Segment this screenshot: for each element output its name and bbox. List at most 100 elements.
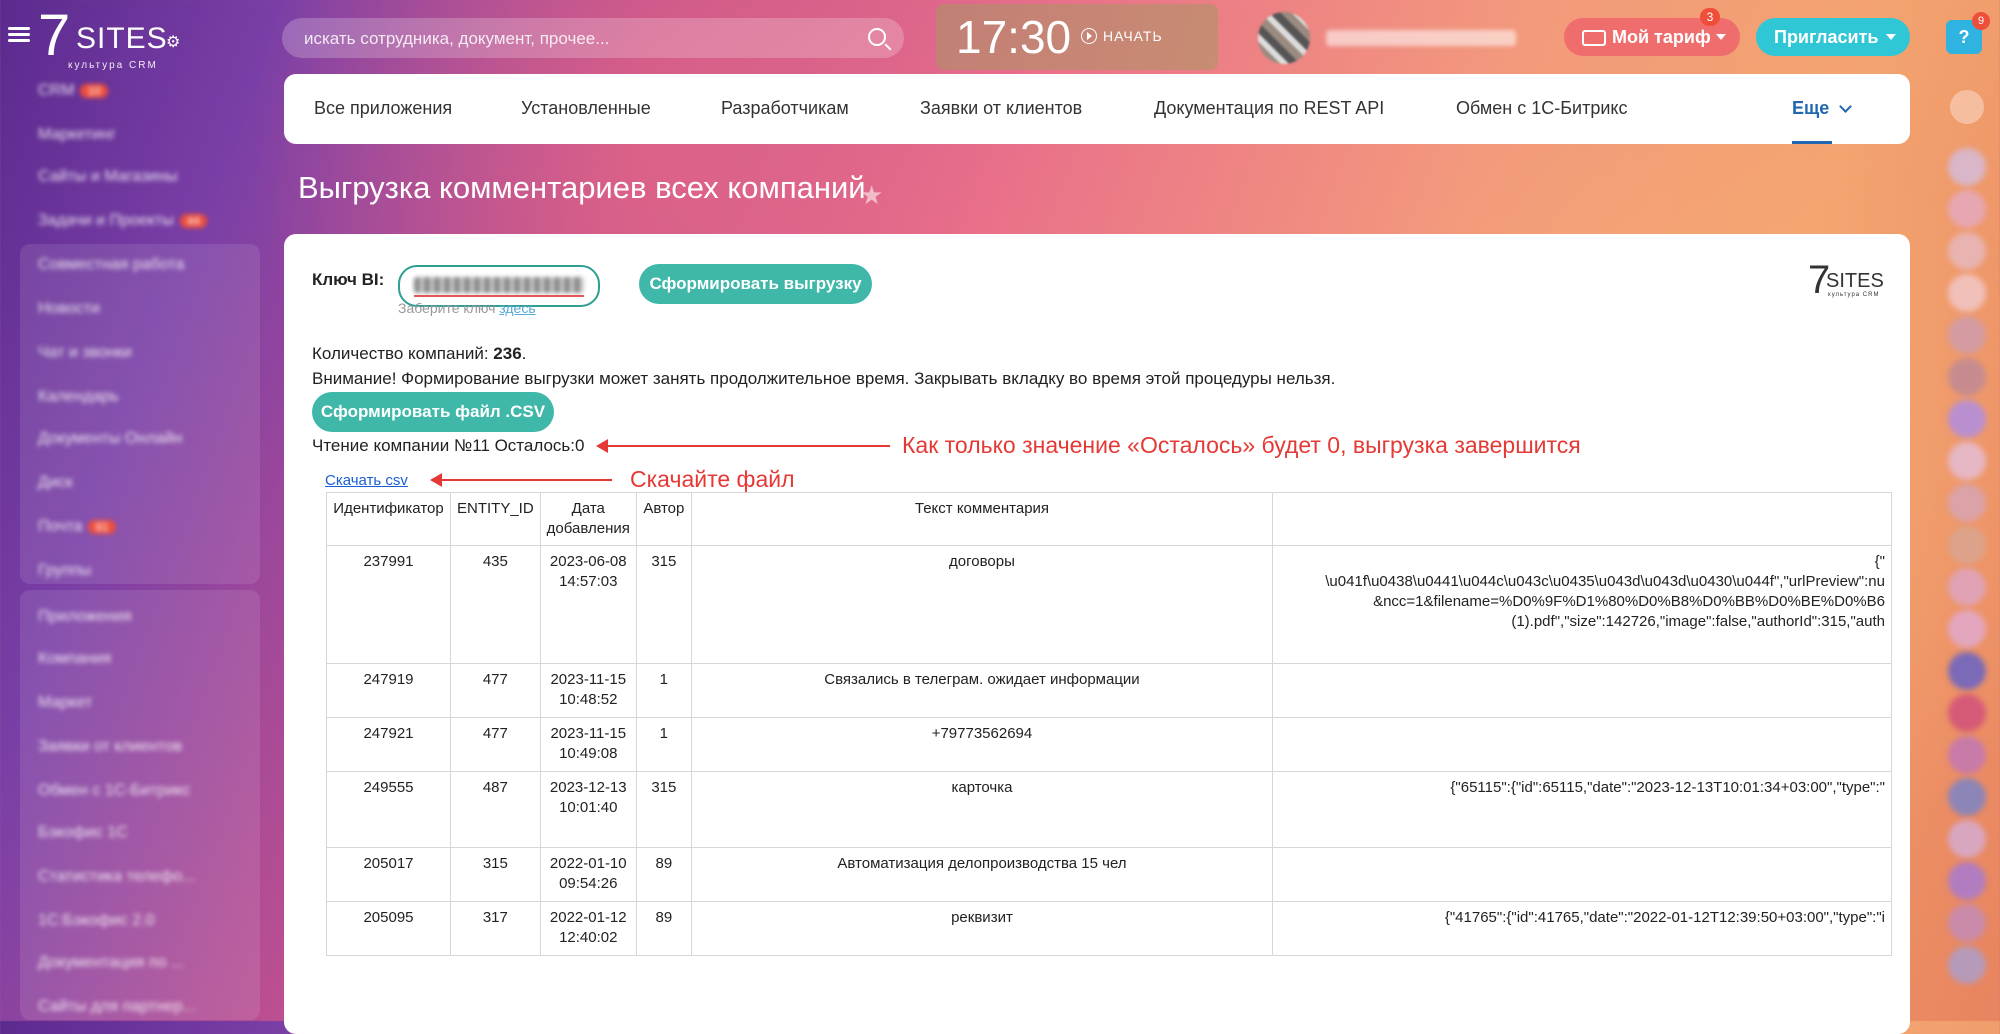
table-cell-id: 205017 [326, 847, 451, 902]
sidebar-item[interactable]: Совместная работа [38, 256, 184, 280]
table-cell-date: 2023-12-13 10:01:40 [539, 771, 637, 848]
sidebar-item-label: Обмен с 1С-Битрикс [38, 782, 191, 799]
right-rail [1948, 90, 1988, 1021]
sidebar-item[interactable]: Задачи и Проекты 44 [38, 212, 208, 236]
table-cell-text: карточка [690, 771, 1274, 848]
sidebar-item-label: Совместная работа [38, 256, 185, 273]
avatar[interactable] [1258, 12, 1310, 64]
sidebar-item[interactable]: Компания [38, 650, 111, 674]
generate-csv-button[interactable]: Сформировать файл .CSV [312, 392, 554, 432]
settings-icon[interactable]: ⚙ [166, 32, 180, 52]
favorite-star-icon[interactable]: ★ [860, 180, 883, 211]
user-profile[interactable] [1258, 12, 1528, 64]
sidebar-item[interactable]: Сайты для партнер... [38, 998, 196, 1022]
menu-burger-icon[interactable] [8, 24, 30, 46]
sidebar-item[interactable]: Маркетинг [38, 126, 116, 150]
sidebar-item[interactable]: 1С:Бэкофис 2.0 [38, 912, 154, 936]
chat-contact-avatar[interactable] [1948, 442, 1986, 480]
companies-dot: . [521, 344, 527, 363]
table-row[interactable]: 247921 477 2023-11-15 10:49:08 1 +7977356269… [326, 717, 1892, 772]
sidebar-item[interactable]: Почта 81 [38, 518, 116, 542]
chat-contact-avatar[interactable] [1948, 946, 1986, 984]
help-button[interactable]: ? 9 [1946, 12, 1990, 54]
portal-logo[interactable]: 7 SITES культура CRM ⚙ [38, 6, 188, 72]
table-row[interactable]: 205095 317 2022-01-12 12:40:02 89 реквизит {"… [326, 901, 1892, 956]
download-csv-link[interactable]: Скачать csv [325, 472, 408, 489]
table-cell-entity: 487 [449, 771, 541, 848]
companies-value: 236 [493, 344, 522, 363]
sidebar-item[interactable]: Документы Онлайн [38, 430, 182, 454]
sidebar-item[interactable]: Календарь [38, 388, 119, 412]
invite-button[interactable]: Пригласить [1756, 18, 1910, 56]
generate-export-button[interactable]: Сформировать выгрузку [639, 264, 872, 304]
table-row[interactable]: 205017 315 2022-01-10 09:54:26 89 Автоматиза… [326, 847, 1892, 902]
chat-contact-avatar[interactable] [1948, 904, 1986, 942]
chat-contact-avatar[interactable] [1948, 400, 1986, 438]
table-cell-author: 1 [635, 663, 692, 718]
chat-contact-avatar[interactable] [1948, 568, 1986, 606]
sidebar-item[interactable]: Обмен с 1С-Битрикс [38, 782, 190, 806]
comments-table-container[interactable]: Идентификатор ENTITY_ID Дата добавления … [326, 492, 1892, 960]
my-tariff-button[interactable]: Мой тариф 3 [1564, 8, 1740, 56]
tab-more[interactable]: Еще [1792, 98, 1853, 119]
chat-contact-avatar[interactable] [1948, 862, 1986, 900]
chat-contact-avatar[interactable] [1948, 736, 1986, 774]
sidebar-item[interactable]: Статистика телефо... [38, 868, 196, 892]
chat-contact-avatar[interactable] [1948, 610, 1986, 648]
sidebar-item[interactable]: Документация по ... [38, 954, 184, 978]
chat-contact-avatar[interactable] [1948, 274, 1986, 312]
tab-client-requests[interactable]: Заявки от клиентов [920, 98, 1082, 119]
hint-link[interactable]: здесь [499, 300, 535, 316]
table-row[interactable]: 247919 477 2023-11-15 10:48:52 1 Связались в… [326, 663, 1892, 718]
annotation-arrow [430, 473, 612, 487]
chat-contact-avatar[interactable] [1948, 358, 1986, 396]
sidebar-item-label: Чат и звонки [38, 344, 132, 361]
chat-contact-avatar[interactable] [1948, 232, 1986, 270]
chat-contact-avatar[interactable] [1948, 190, 1986, 228]
search-bar[interactable] [282, 18, 904, 60]
card-logo-tagline: культура CRM [1828, 292, 1880, 298]
sidebar-item[interactable]: Бэкофис 1С [38, 824, 128, 848]
chat-contact-avatar[interactable] [1948, 148, 1986, 186]
table-cell-id: 247919 [326, 663, 451, 718]
search-input[interactable] [302, 18, 846, 60]
top-bar: 7 SITES культура CRM ⚙ 17:30 НАЧАТЬ Мой … [0, 0, 2000, 74]
tab-all-apps[interactable]: Все приложения [314, 98, 452, 119]
sidebar-item[interactable]: Сайты и Магазины [38, 168, 177, 192]
table-cell-entity: 317 [449, 901, 541, 956]
sidebar-item[interactable]: Приложения [38, 608, 132, 632]
sidebar-item[interactable]: Новости [38, 300, 100, 324]
search-icon[interactable] [868, 28, 886, 46]
sidebar-item[interactable]: Диск [38, 474, 73, 498]
logo-text: SITES [76, 22, 168, 55]
chevron-down-icon [1716, 34, 1726, 40]
chat-contact-avatar[interactable] [1948, 316, 1986, 354]
chat-contact-avatar[interactable] [1948, 820, 1986, 858]
json-line: \u041f\u0438\u0441\u044c\u043c\u0435\u04… [1325, 573, 1885, 590]
table-cell-date: 2022-01-12 12:40:02 [539, 901, 637, 956]
sidebar-item[interactable]: Чат и звонки [38, 344, 132, 368]
sidebar-item[interactable]: CRM 10 [38, 82, 108, 106]
chat-contact-avatar[interactable] [1948, 652, 1986, 690]
tab-developers[interactable]: Разработчикам [721, 98, 849, 119]
sidebar-item[interactable]: Маркет [38, 694, 92, 718]
table-cell-date: 2023-11-15 10:48:52 [539, 663, 637, 718]
activity-icon[interactable] [1950, 90, 1984, 124]
sidebar-item[interactable]: Заявки от клиентов [38, 738, 182, 762]
start-day-button[interactable]: НАЧАТЬ [1081, 28, 1163, 44]
table-row[interactable]: 237991 435 2023-06-08 14:57:03 315 договоры{… [326, 545, 1892, 664]
tab-1c-bitrix-exchange[interactable]: Обмен с 1С-Битрикс [1456, 98, 1628, 119]
chat-contact-avatar[interactable] [1948, 526, 1986, 564]
table-cell-json: {"65115":{"id":65115,"date":"2023-12-13T… [1272, 771, 1892, 848]
chat-contact-avatar[interactable] [1948, 694, 1986, 732]
user-name-blurred[interactable] [1326, 30, 1516, 46]
tab-installed[interactable]: Установленные [521, 98, 651, 119]
work-day-widget[interactable]: 17:30 НАЧАТЬ [936, 4, 1218, 70]
chat-contact-avatar[interactable] [1948, 778, 1986, 816]
tab-rest-api-docs[interactable]: Документация по REST API [1154, 98, 1384, 119]
sidebar-item[interactable]: Группы [38, 562, 91, 586]
companies-count: Количество компаний: 236. [312, 344, 526, 364]
table-row[interactable]: 249555 487 2023-12-13 10:01:40 315 карточка {… [326, 771, 1892, 848]
comments-table: Идентификатор ENTITY_ID Дата добавления … [326, 492, 1892, 956]
chat-contact-avatar[interactable] [1948, 484, 1986, 522]
